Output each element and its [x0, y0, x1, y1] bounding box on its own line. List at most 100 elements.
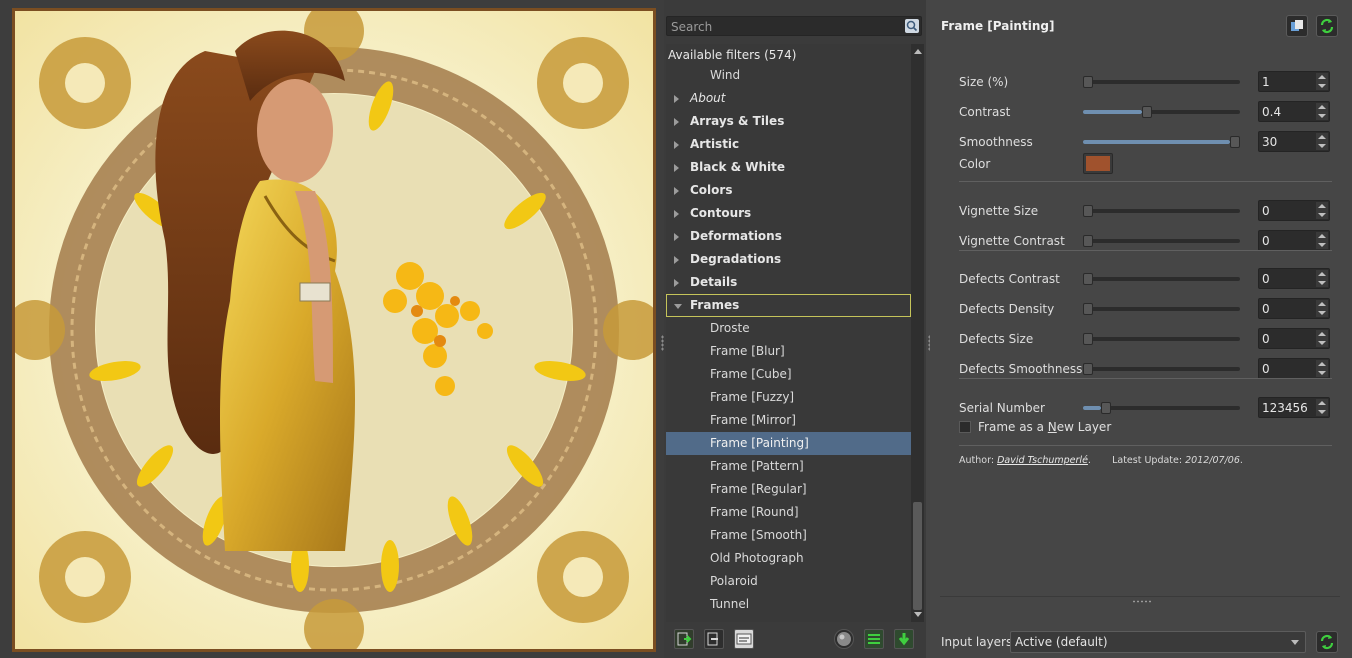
- tree-category[interactable]: Deformations: [666, 225, 911, 248]
- tree-scrollbar[interactable]: [911, 44, 924, 622]
- vignette-size-spinbox[interactable]: 0: [1258, 200, 1330, 221]
- remove-fave-button[interactable]: [704, 629, 724, 649]
- vignette-size-slider[interactable]: [1083, 209, 1240, 213]
- slider-handle[interactable]: [1083, 76, 1093, 88]
- resize-grip[interactable]: [1132, 600, 1152, 603]
- tree-filter-item[interactable]: Frame [Mirror]: [666, 409, 911, 432]
- tree-category[interactable]: About: [666, 87, 911, 110]
- tree-category[interactable]: Degradations: [666, 248, 911, 271]
- tree-filter-item[interactable]: Frame [Regular]: [666, 478, 911, 501]
- tree-category[interactable]: Details: [666, 271, 911, 294]
- scroll-thumb[interactable]: [913, 502, 922, 610]
- chevron-down-icon[interactable]: [674, 304, 682, 309]
- contrast-spinbox[interactable]: 0.4: [1258, 101, 1330, 122]
- tree-filter-item[interactable]: Frame [Smooth]: [666, 524, 911, 547]
- defects-contrast-spinbox[interactable]: 0: [1258, 268, 1330, 289]
- tree-category[interactable]: Frames: [666, 294, 911, 317]
- preview-area[interactable]: [0, 0, 664, 658]
- filter-tree[interactable]: Available filters (574) Wind About Arrays …: [666, 44, 911, 622]
- spinbox-arrows-icon[interactable]: [1316, 399, 1328, 416]
- spinbox-arrows-icon[interactable]: [1316, 270, 1328, 287]
- rename-fave-icon[interactable]: [734, 629, 754, 649]
- defects-smoothness-slider[interactable]: [1083, 367, 1240, 371]
- tree-filter-item[interactable]: Frame [Round]: [666, 501, 911, 524]
- internet-update-icon[interactable]: [834, 629, 854, 649]
- search-box[interactable]: [666, 16, 922, 36]
- slider-handle[interactable]: [1142, 106, 1152, 118]
- search-icon[interactable]: [905, 19, 919, 33]
- chevron-right-icon[interactable]: [674, 210, 679, 218]
- tree-filter-item[interactable]: Droste: [666, 317, 911, 340]
- download-icon[interactable]: [894, 629, 914, 649]
- defects-smoothness-spinbox[interactable]: 0: [1258, 358, 1330, 379]
- tree-filter-item[interactable]: Frame [Painting]: [666, 432, 911, 455]
- preview-layers-icon[interactable]: [1286, 15, 1308, 37]
- search-input[interactable]: [669, 18, 903, 36]
- slider-handle[interactable]: [1083, 333, 1093, 345]
- defects-size-slider[interactable]: [1083, 337, 1240, 341]
- size-slider[interactable]: [1083, 80, 1240, 84]
- tree-category[interactable]: Arrays & Tiles: [666, 110, 911, 133]
- spinbox-arrows-icon[interactable]: [1316, 360, 1328, 377]
- smoothness-spinbox[interactable]: 30: [1258, 131, 1330, 152]
- spinbox-arrows-icon[interactable]: [1316, 103, 1328, 120]
- tree-category[interactable]: Colors: [666, 179, 911, 202]
- spinbox-arrows-icon[interactable]: [1316, 202, 1328, 219]
- smoothness-slider[interactable]: [1083, 140, 1240, 144]
- chevron-right-icon[interactable]: [674, 256, 679, 264]
- tree-filter-item[interactable]: Wind: [666, 64, 911, 87]
- new-layer-checkbox[interactable]: [959, 421, 971, 433]
- spinbox-arrows-icon[interactable]: [1316, 330, 1328, 347]
- slider-handle[interactable]: [1083, 363, 1093, 375]
- tree-category[interactable]: Artistic: [666, 133, 911, 156]
- chevron-right-icon[interactable]: [674, 279, 679, 287]
- tree-filter-item[interactable]: Frame [Cube]: [666, 363, 911, 386]
- vignette-contrast-slider[interactable]: [1083, 239, 1240, 243]
- new-layer-label[interactable]: Frame as a New Layer: [978, 420, 1111, 434]
- tree-category[interactable]: Black & White: [666, 156, 911, 179]
- size-spinbox[interactable]: 1: [1258, 71, 1330, 92]
- spinbox-arrows-icon[interactable]: [1316, 73, 1328, 90]
- tree-filter-item[interactable]: Polaroid: [666, 570, 911, 593]
- chevron-right-icon[interactable]: [674, 141, 679, 149]
- spinbox-arrows-icon[interactable]: [1316, 133, 1328, 150]
- slider-handle[interactable]: [1083, 273, 1093, 285]
- scroll-up-icon[interactable]: [914, 49, 922, 54]
- scroll-down-icon[interactable]: [914, 612, 922, 617]
- spinbox-arrows-icon[interactable]: [1316, 232, 1328, 249]
- defects-contrast-slider[interactable]: [1083, 277, 1240, 281]
- slider-handle[interactable]: [1083, 235, 1093, 247]
- serial-number-spinbox[interactable]: 123456: [1258, 397, 1330, 418]
- tree-filter-item[interactable]: Old Photograph: [666, 547, 911, 570]
- defects-density-slider[interactable]: [1083, 307, 1240, 311]
- tree-item-label: Frame [Cube]: [710, 367, 792, 381]
- refresh-icon[interactable]: [1316, 15, 1338, 37]
- tree-filter-item[interactable]: Tunnel: [666, 593, 911, 616]
- author-link[interactable]: David Tschumperlé: [997, 455, 1088, 466]
- defects-density-spinbox[interactable]: 0: [1258, 298, 1330, 319]
- preview-image[interactable]: [12, 8, 656, 652]
- chevron-right-icon[interactable]: [674, 187, 679, 195]
- chevron-right-icon[interactable]: [674, 118, 679, 126]
- slider-handle[interactable]: [1083, 205, 1093, 217]
- refresh-layers-icon[interactable]: [1316, 631, 1338, 653]
- splitter-handle[interactable]: [661, 335, 664, 351]
- chevron-right-icon[interactable]: [674, 233, 679, 241]
- vignette-contrast-spinbox[interactable]: 0: [1258, 230, 1330, 251]
- add-fave-button[interactable]: [674, 629, 694, 649]
- tree-filter-item[interactable]: Frame [Pattern]: [666, 455, 911, 478]
- slider-handle[interactable]: [1101, 402, 1111, 414]
- contrast-slider[interactable]: [1083, 110, 1240, 114]
- color-picker[interactable]: [1083, 153, 1113, 174]
- chevron-right-icon[interactable]: [674, 164, 679, 172]
- spinbox-arrows-icon[interactable]: [1316, 300, 1328, 317]
- chevron-right-icon[interactable]: [674, 95, 679, 103]
- slider-handle[interactable]: [1230, 136, 1240, 148]
- slider-handle[interactable]: [1083, 303, 1093, 315]
- defects-size-spinbox[interactable]: 0: [1258, 328, 1330, 349]
- expand-collapse-icon[interactable]: [864, 629, 884, 649]
- tree-category[interactable]: Contours: [666, 202, 911, 225]
- tree-filter-item[interactable]: Frame [Fuzzy]: [666, 386, 911, 409]
- input-layers-select[interactable]: Active (default): [1010, 631, 1306, 653]
- tree-filter-item[interactable]: Frame [Blur]: [666, 340, 911, 363]
